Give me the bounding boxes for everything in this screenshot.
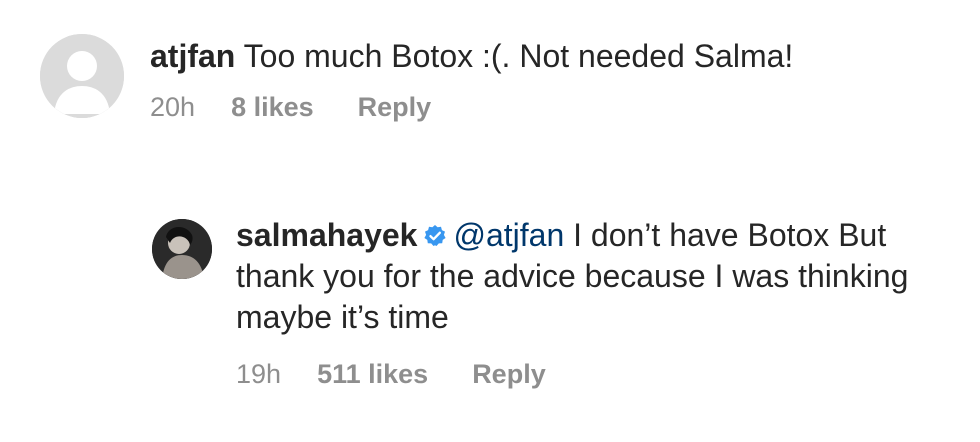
- comment-timestamp[interactable]: 20h: [150, 92, 195, 123]
- reply-likes[interactable]: 511 likes: [317, 359, 428, 390]
- verified-badge-icon: [424, 225, 447, 246]
- comment-atjfan: atjfan Too much Botox :(. Not needed Sal…: [40, 34, 950, 123]
- comment-text: Too much Botox :(. Not needed Salma!: [243, 38, 794, 74]
- reply-reply-button[interactable]: Reply: [472, 359, 546, 390]
- comment-likes[interactable]: 8 likes: [231, 92, 314, 123]
- reply-timestamp[interactable]: 19h: [236, 359, 281, 390]
- reply-meta: 19h 511 likes Reply: [236, 359, 956, 390]
- comment-body: atjfan Too much Botox :(. Not needed Sal…: [150, 34, 950, 123]
- reply-salmahayek: salmahayek @atjfan I don’t have Botox But…: [152, 215, 956, 390]
- reply-username[interactable]: salmahayek: [236, 217, 417, 253]
- comment-username[interactable]: atjfan: [150, 38, 235, 74]
- reply-body: salmahayek @atjfan I don’t have Botox But…: [236, 215, 956, 390]
- comment-meta: 20h 8 likes Reply: [150, 92, 950, 123]
- default-avatar-icon[interactable]: [40, 34, 124, 118]
- comment-reply-button[interactable]: Reply: [358, 92, 432, 123]
- reply-mention[interactable]: @atjfan: [453, 217, 564, 253]
- reply-text-block: salmahayek @atjfan I don’t have Botox But…: [236, 215, 956, 338]
- avatar[interactable]: [152, 219, 212, 279]
- comment-text-line: atjfan Too much Botox :(. Not needed Sal…: [150, 36, 950, 76]
